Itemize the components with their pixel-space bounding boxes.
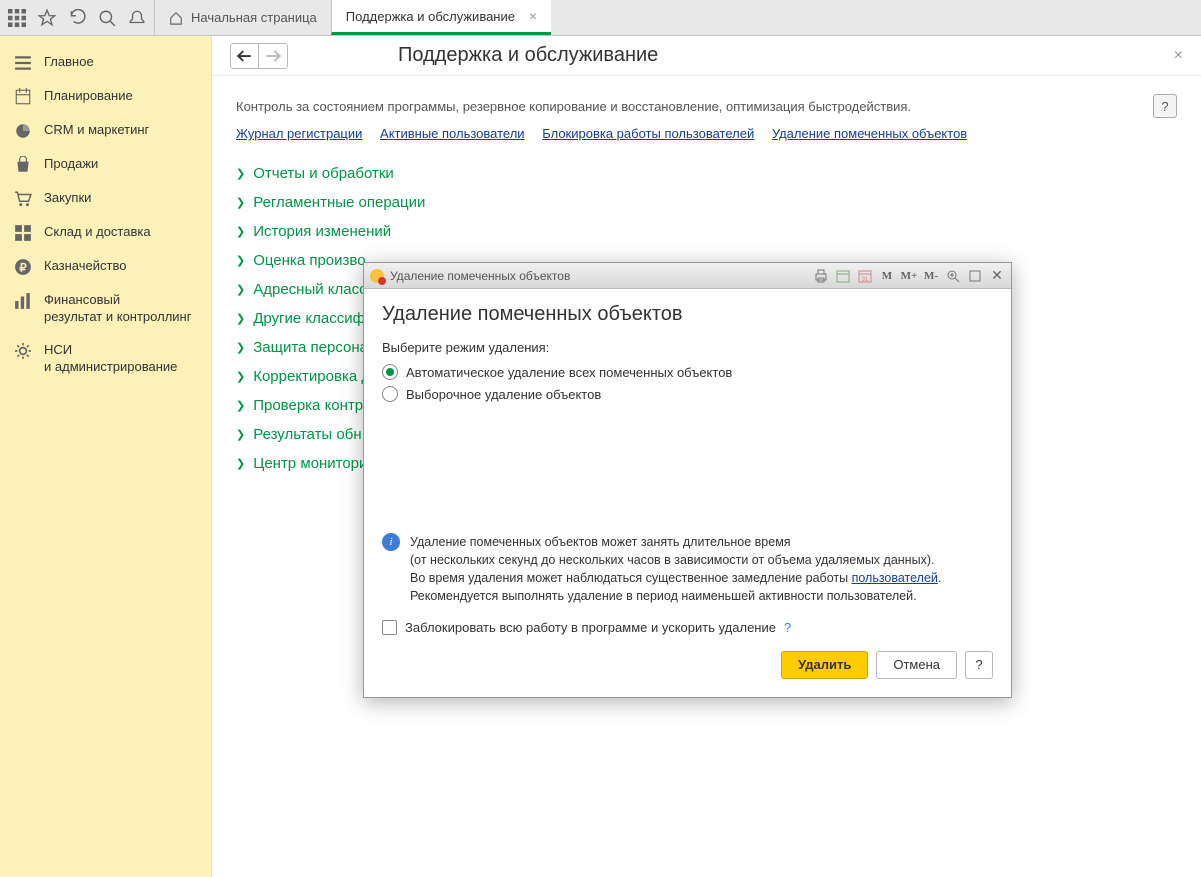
dialog-title: Удаление помеченных объектов xyxy=(382,303,993,326)
planning-icon xyxy=(14,88,32,106)
menu-icon xyxy=(14,54,32,72)
print-icon[interactable] xyxy=(813,268,829,284)
chevron-right-icon: ❯ xyxy=(236,283,245,296)
quick-links: Журнал регистрации Активные пользователи… xyxy=(236,126,1177,141)
checkbox-help-icon[interactable]: ? xyxy=(784,620,791,635)
star-icon[interactable] xyxy=(38,9,56,27)
sidebar-item-main[interactable]: Главное xyxy=(0,46,211,80)
svg-text:₽: ₽ xyxy=(19,263,26,275)
help-button[interactable]: ? xyxy=(1153,94,1177,118)
page-title: Поддержка и обслуживание xyxy=(398,44,1174,67)
block-work-checkbox[interactable] xyxy=(382,620,397,635)
info-text: Удаление помеченных объектов может занят… xyxy=(410,533,941,606)
memory-mminus-button[interactable]: M- xyxy=(923,268,939,284)
topbar: Начальная страница Поддержка и обслужива… xyxy=(0,0,1201,36)
mode-prompt: Выберите режим удаления: xyxy=(382,340,993,355)
sidebar-item-label: CRM и маркетинг xyxy=(44,122,149,139)
radio-auto-delete[interactable]: Автоматическое удаление всех помеченных … xyxy=(382,361,993,383)
memory-mplus-button[interactable]: M+ xyxy=(901,268,917,284)
chevron-right-icon: ❯ xyxy=(236,457,245,470)
maximize-icon[interactable] xyxy=(967,268,983,284)
calendar-31-icon[interactable]: 31 xyxy=(857,268,873,284)
chevron-right-icon: ❯ xyxy=(236,428,245,441)
search-icon[interactable] xyxy=(98,9,116,27)
group-history[interactable]: ❯История изменений xyxy=(236,217,1177,246)
sidebar-item-planning[interactable]: Планирование xyxy=(0,80,211,114)
sidebar-item-warehouse[interactable]: Склад и доставка xyxy=(0,216,211,250)
sidebar-item-label: Казначейство xyxy=(44,258,126,275)
chevron-right-icon: ❯ xyxy=(236,254,245,267)
tab-support-label: Поддержка и обслуживание xyxy=(346,9,515,24)
link-active-users[interactable]: Активные пользователи xyxy=(380,126,525,141)
radio-label: Выборочное удаление объектов xyxy=(406,387,601,402)
radio-selective-delete[interactable]: Выборочное удаление объектов xyxy=(382,383,993,405)
gear-icon xyxy=(14,342,32,360)
svg-text:31: 31 xyxy=(862,277,869,283)
radio-label: Автоматическое удаление всех помеченных … xyxy=(406,365,732,380)
sidebar-item-label: Продажи xyxy=(44,156,98,173)
dialog-close-icon[interactable]: ✕ xyxy=(989,268,1005,284)
dialog-window-title: Удаление помеченных объектов xyxy=(390,269,807,283)
chevron-right-icon: ❯ xyxy=(236,370,245,383)
page-description: Контроль за состоянием программы, резерв… xyxy=(236,99,911,114)
sidebar-item-label: Склад и доставка xyxy=(44,224,151,241)
dialog-titlebar[interactable]: Удаление помеченных объектов 31 M M+ M- … xyxy=(364,263,1011,289)
nav-back-button[interactable] xyxy=(231,44,259,68)
ruble-icon: ₽ xyxy=(14,258,32,276)
sidebar-item-finance[interactable]: Финансовый результат и контроллинг xyxy=(0,284,211,334)
pie-icon xyxy=(14,122,32,140)
tab-home[interactable]: Начальная страница xyxy=(154,0,331,35)
zoom-icon[interactable] xyxy=(945,268,961,284)
chevron-right-icon: ❯ xyxy=(236,167,245,180)
sidebar-item-label: Закупки xyxy=(44,190,91,207)
group-scheduled[interactable]: ❯Регламентные операции xyxy=(236,188,1177,217)
chevron-right-icon: ❯ xyxy=(236,399,245,412)
bars-icon xyxy=(14,292,32,310)
sidebar-item-label: Планирование xyxy=(44,88,133,105)
delete-marked-dialog: Удаление помеченных объектов 31 M M+ M- … xyxy=(363,262,1012,698)
boxes-icon xyxy=(14,224,32,242)
radio-icon xyxy=(382,364,398,380)
info-icon: i xyxy=(382,533,400,551)
chevron-right-icon: ❯ xyxy=(236,312,245,325)
radio-icon xyxy=(382,386,398,402)
app-logo-icon xyxy=(370,269,384,283)
checkbox-label: Заблокировать всю работу в программе и у… xyxy=(405,620,776,635)
link-journal[interactable]: Журнал регистрации xyxy=(236,126,362,141)
page-close-icon[interactable]: × xyxy=(1174,47,1183,65)
tab-support[interactable]: Поддержка и обслуживание × xyxy=(331,0,551,35)
cart-icon xyxy=(14,190,32,208)
cancel-button[interactable]: Отмена xyxy=(876,651,957,679)
close-icon[interactable]: × xyxy=(529,8,537,24)
bell-icon[interactable] xyxy=(128,9,146,27)
nav-buttons xyxy=(230,43,288,69)
nav-forward-button[interactable] xyxy=(259,44,287,68)
tab-home-label: Начальная страница xyxy=(191,10,317,25)
chevron-right-icon: ❯ xyxy=(236,225,245,238)
group-reports[interactable]: ❯Отчеты и обработки xyxy=(236,159,1177,188)
bag-icon xyxy=(14,156,32,174)
sidebar-item-label: Финансовый результат и контроллинг xyxy=(44,292,191,326)
sidebar-item-label: НСИ и администрирование xyxy=(44,342,177,376)
sidebar-item-crm[interactable]: CRM и маркетинг xyxy=(0,114,211,148)
chevron-right-icon: ❯ xyxy=(236,341,245,354)
home-icon xyxy=(169,11,183,25)
link-delete-marked[interactable]: Удаление помеченных объектов xyxy=(772,126,967,141)
users-link[interactable]: пользователей xyxy=(852,571,938,585)
link-block-users[interactable]: Блокировка работы пользователей xyxy=(542,126,754,141)
sidebar-item-label: Главное xyxy=(44,54,94,71)
memory-m-button[interactable]: M xyxy=(879,268,895,284)
dialog-help-button[interactable]: ? xyxy=(965,651,993,679)
apps-icon[interactable] xyxy=(8,9,26,27)
sidebar-item-admin[interactable]: НСИ и администрирование xyxy=(0,334,211,384)
calendar-icon[interactable] xyxy=(835,268,851,284)
chevron-right-icon: ❯ xyxy=(236,196,245,209)
sidebar-item-purchases[interactable]: Закупки xyxy=(0,182,211,216)
sidebar-item-sales[interactable]: Продажи xyxy=(0,148,211,182)
sidebar-item-treasury[interactable]: ₽ Казначейство xyxy=(0,250,211,284)
history-icon[interactable] xyxy=(68,9,86,27)
delete-button[interactable]: Удалить xyxy=(781,651,868,679)
sidebar: Главное Планирование CRM и маркетинг Про… xyxy=(0,36,212,877)
